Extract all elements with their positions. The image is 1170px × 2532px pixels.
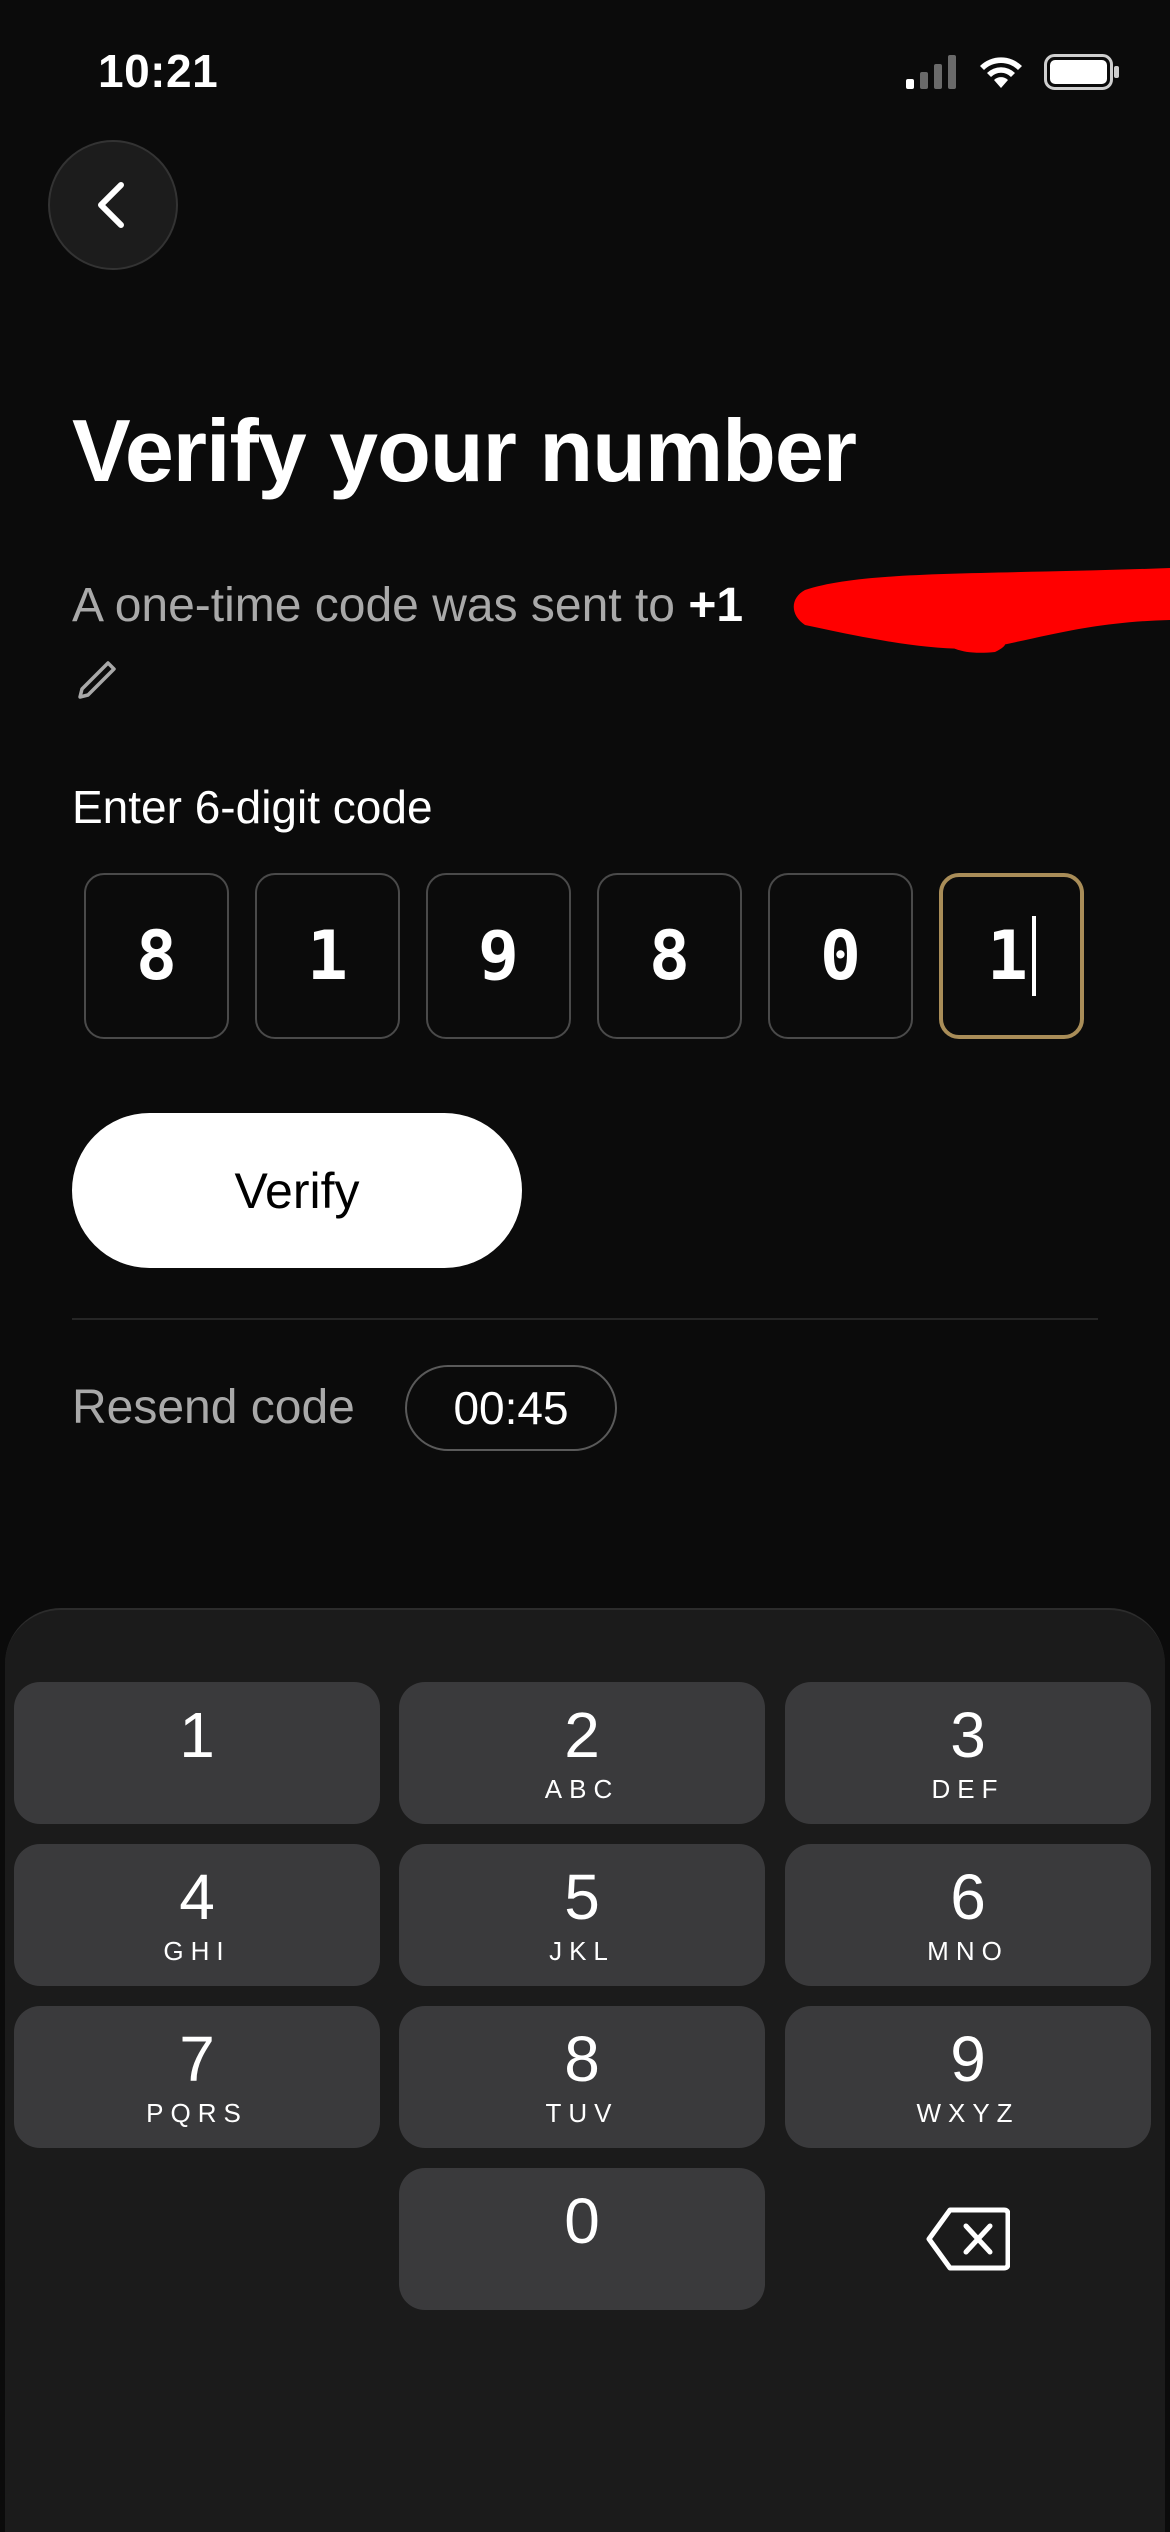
otp-digit-box-active[interactable]: 1 bbox=[939, 873, 1084, 1039]
keypad-key-9[interactable]: 9 WXYZ bbox=[785, 2006, 1151, 2148]
keypad-key-2[interactable]: 2 ABC bbox=[399, 1682, 765, 1824]
keypad-key-1[interactable]: 1 bbox=[14, 1682, 380, 1824]
status-icons bbox=[906, 54, 1120, 90]
phone-number: +1 bbox=[688, 579, 744, 632]
resend-timer-badge: 00:45 bbox=[405, 1365, 617, 1451]
subtitle: A one-time code was sent to +1 bbox=[72, 578, 743, 633]
otp-digit: 0 bbox=[820, 916, 861, 996]
keypad-key-3[interactable]: 3 DEF bbox=[785, 1682, 1151, 1824]
key-digit: 5 bbox=[564, 1861, 600, 1933]
redaction-mark bbox=[793, 568, 1170, 653]
verify-button[interactable]: Verify bbox=[72, 1113, 522, 1268]
subtitle-text: A one-time code was sent to bbox=[72, 579, 689, 632]
otp-input-group: 8 1 9 8 0 1 bbox=[84, 873, 1084, 1039]
otp-digit: 1 bbox=[987, 916, 1028, 996]
otp-digit: 9 bbox=[478, 916, 519, 996]
key-digit: 9 bbox=[950, 2023, 986, 2095]
text-caret bbox=[1031, 916, 1036, 996]
key-letters: PQRS bbox=[146, 2098, 248, 2128]
back-button[interactable] bbox=[48, 140, 178, 270]
wifi-icon bbox=[980, 57, 1022, 88]
keypad-key-6[interactable]: 6 MNO bbox=[785, 1844, 1151, 1986]
pencil-icon[interactable] bbox=[72, 655, 122, 705]
otp-digit-box[interactable]: 8 bbox=[597, 873, 742, 1039]
key-digit: 7 bbox=[179, 2023, 215, 2095]
backspace-key[interactable] bbox=[785, 2168, 1151, 2310]
otp-digit: 1 bbox=[307, 916, 348, 996]
key-digit: 8 bbox=[564, 2023, 600, 2095]
status-bar: 10:21 bbox=[0, 0, 1170, 150]
resend-code-label[interactable]: Resend code bbox=[72, 1380, 355, 1435]
keypad-key-8[interactable]: 8 TUV bbox=[399, 2006, 765, 2148]
page-title: Verify your number bbox=[72, 401, 857, 500]
key-letters: GHI bbox=[163, 1936, 231, 1966]
key-digit: 3 bbox=[950, 1699, 986, 1771]
key-digit: 2 bbox=[564, 1699, 600, 1771]
key-letters: WXYZ bbox=[916, 2098, 1020, 2128]
keypad-key-0[interactable]: 0 bbox=[399, 2168, 765, 2310]
keypad-key-5[interactable]: 5 JKL bbox=[399, 1844, 765, 1986]
otp-digit-box[interactable]: 8 bbox=[84, 873, 229, 1039]
keypad-key-7[interactable]: 7 PQRS bbox=[14, 2006, 380, 2148]
back-chevron-icon bbox=[98, 182, 124, 228]
key-letters: TUV bbox=[545, 2098, 619, 2128]
otp-digit-box[interactable]: 0 bbox=[768, 873, 913, 1039]
signal-icon bbox=[906, 55, 956, 89]
key-digit: 0 bbox=[564, 2185, 600, 2257]
code-label: Enter 6-digit code bbox=[72, 781, 433, 833]
key-letters: MNO bbox=[927, 1936, 1009, 1966]
key-digit: 1 bbox=[179, 1699, 215, 1771]
otp-digit-box[interactable]: 1 bbox=[255, 873, 400, 1039]
numeric-keypad: 1 2 ABC 3 DEF 4 GHI 5 JKL 6 MNO 7 PQRS 8… bbox=[5, 1608, 1165, 2532]
status-time: 10:21 bbox=[98, 45, 219, 97]
otp-digit: 8 bbox=[136, 916, 177, 996]
key-letters: ABC bbox=[544, 1774, 620, 1804]
keypad-key-4[interactable]: 4 GHI bbox=[14, 1844, 380, 1986]
key-digit: 4 bbox=[179, 1861, 215, 1933]
key-letters: DEF bbox=[931, 1774, 1005, 1804]
backspace-icon bbox=[926, 2207, 1010, 2271]
otp-digit: 8 bbox=[649, 916, 690, 996]
key-letters: JKL bbox=[549, 1936, 615, 1966]
divider bbox=[72, 1318, 1098, 1320]
battery-icon bbox=[1044, 54, 1119, 90]
key-digit: 6 bbox=[950, 1861, 986, 1933]
otp-digit-box[interactable]: 9 bbox=[426, 873, 571, 1039]
